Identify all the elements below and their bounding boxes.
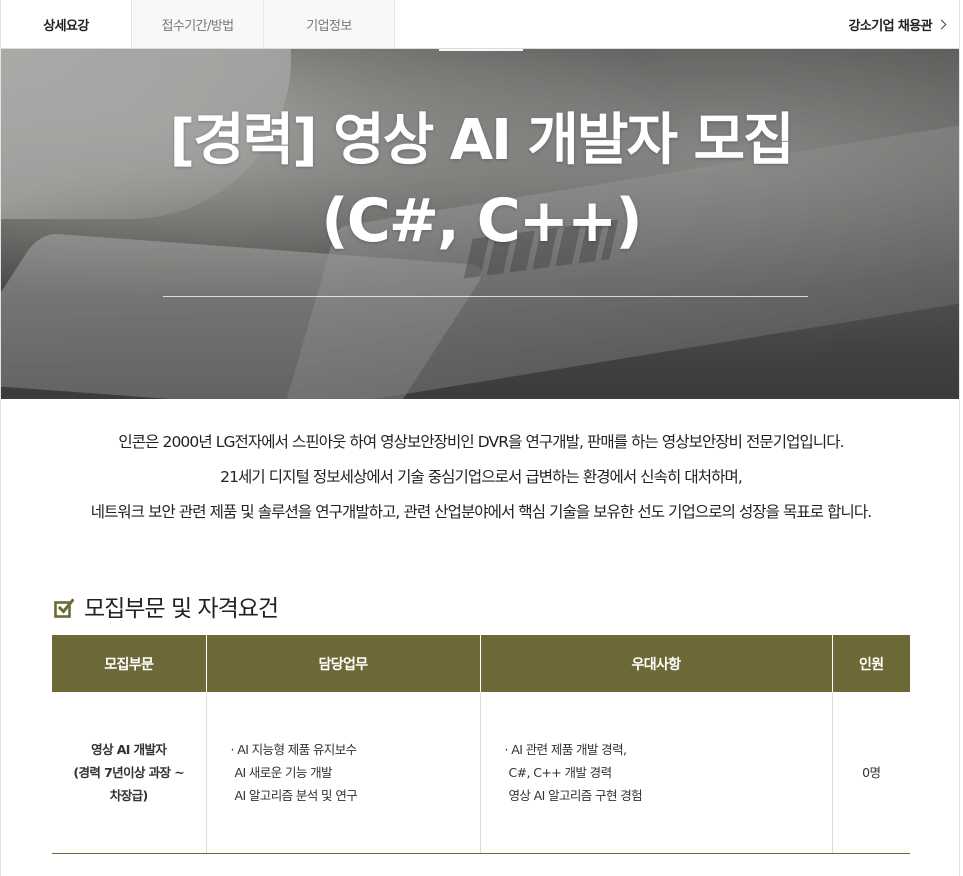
cell-duties: · AI 지능형 제품 유지보수 AI 새로운 기능 개발 AI 알고리즘 분석…: [206, 692, 481, 854]
tab-bar: 상세요강 접수기간/방법 기업정보 강소기업 채용관: [1, 0, 959, 49]
header-position: 모집부문: [52, 635, 207, 692]
hero-title: [경력] 영상 AI 개발자 모집: [169, 108, 794, 173]
intro-line: 네트워크 보안 관련 제품 및 솔루션을 연구개발하고, 관련 산업분야에서 핵…: [90, 503, 872, 521]
cell-preferred: · AI 관련 제품 개발 경력, C#, C++ 개발 경력 영상 AI 알고…: [480, 692, 833, 854]
company-hall-link[interactable]: 강소기업 채용관: [848, 0, 947, 48]
intro-line: 인콘은 2000년 LG전자에서 스핀아웃 하여 영상보안장비인 DVR을 연구…: [118, 433, 844, 451]
page: 상세요강 접수기간/방법 기업정보 강소기업 채용관 [경력] 영상 AI 개발…: [0, 0, 960, 876]
company-intro: 인콘은 2000년 LG전자에서 스핀아웃 하여 영상보안장비인 DVR을 연구…: [1, 428, 959, 533]
hero-subtitle: (C#, C++): [321, 186, 642, 256]
tab-application-period[interactable]: 접수기간/방법: [132, 0, 264, 48]
table-header-row: 모집부문 담당업무 우대사항 인원: [52, 635, 910, 692]
hero-divider: [163, 296, 808, 297]
header-preferred: 우대사항: [480, 635, 833, 692]
company-hall-label: 강소기업 채용관: [848, 18, 933, 34]
hero-accent-bar: [439, 49, 523, 51]
chevron-right-icon: [936, 19, 947, 29]
table-row: 영상 AI 개발자 (경력 7년이상 과장 ~ 차장급) · AI 지능형 제품…: [52, 692, 910, 854]
header-headcount: 인원: [832, 635, 910, 692]
header-duties: 담당업무: [206, 635, 481, 692]
intro-line: 21세기 디지털 정보세상에서 기술 중심기업으로서 급변하는 환경에서 신속히…: [220, 468, 743, 486]
cell-position: 영상 AI 개발자 (경력 7년이상 과장 ~ 차장급): [52, 692, 207, 854]
cell-headcount: 0명: [832, 692, 910, 854]
edit-check-icon: [54, 598, 74, 618]
tab-detail[interactable]: 상세요강: [1, 0, 132, 48]
section-title: 모집부문 및 자격요건: [84, 596, 279, 622]
tab-company-info[interactable]: 기업정보: [264, 0, 395, 48]
recruitment-table: 모집부문 담당업무 우대사항 인원 영상 AI 개발자 (경력 7년이상 과장 …: [52, 635, 910, 854]
hero-banner: [경력] 영상 AI 개발자 모집 (C#, C++): [1, 49, 959, 399]
